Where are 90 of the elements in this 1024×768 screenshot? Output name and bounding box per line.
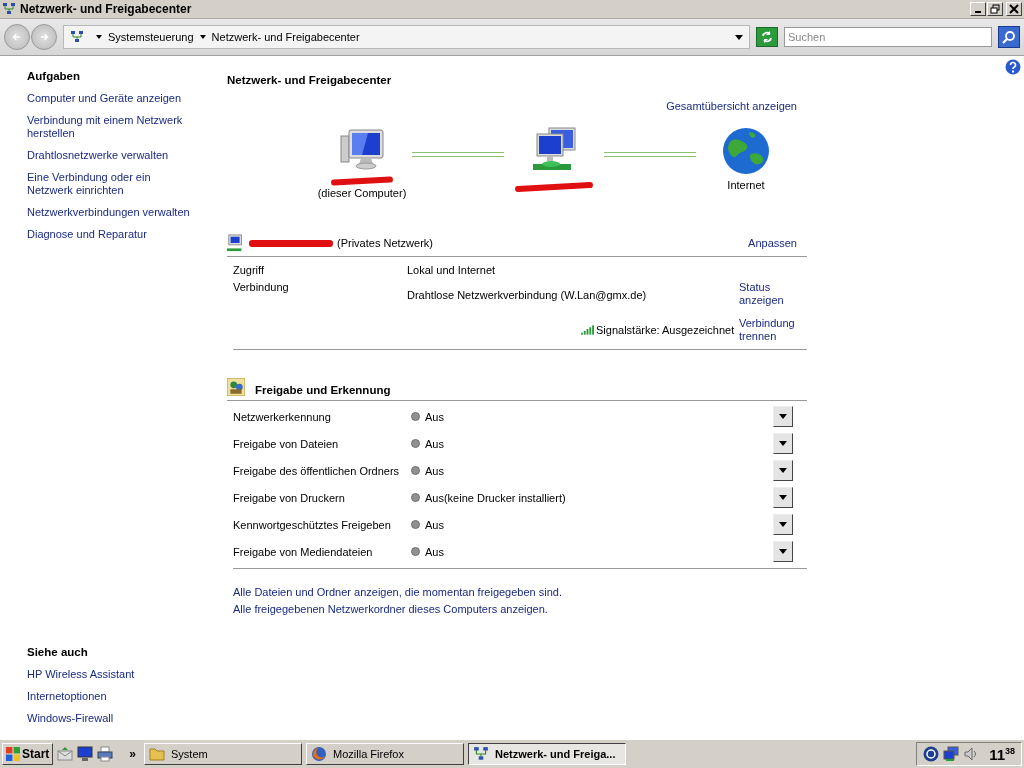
windows-logo-icon	[6, 747, 20, 761]
signal-strength-icon	[581, 325, 594, 335]
clock: 11$^{38}$	[989, 745, 1015, 763]
monitor-icon[interactable]	[77, 746, 94, 762]
refresh-icon	[760, 30, 774, 44]
setting-label: Netzwerkerkennung	[233, 410, 332, 423]
setting-label: Freigabe von Dateien	[233, 437, 340, 450]
row-label: Verbindung	[233, 281, 290, 293]
folder-icon	[149, 746, 166, 762]
breadcrumb[interactable]: Netzwerk- und Freigabecenter	[211, 31, 360, 43]
row-value: Signalstärke: Ausgezeichnet	[596, 324, 735, 336]
task-link[interactable]: Verbindung mit einem Netzwerk herstellen	[27, 114, 192, 140]
caret-icon	[779, 522, 787, 527]
printer-icon[interactable]	[97, 746, 114, 762]
restore-icon	[990, 4, 1000, 14]
node-label: (dieser Computer)	[317, 187, 407, 199]
people-icon	[227, 378, 245, 396]
task-link[interactable]: Drahtlosnetzwerke verwalten	[27, 149, 192, 162]
caret-icon	[779, 495, 787, 500]
caret-icon	[779, 468, 787, 473]
dropdown-icon[interactable]	[735, 34, 743, 40]
close-button[interactable]	[1006, 2, 1022, 16]
caret-icon	[779, 549, 787, 554]
taskbar-button[interactable]: System	[144, 743, 303, 765]
action-link[interactable]: Verbindung trennen	[739, 317, 807, 343]
search-field[interactable]: Suchen	[784, 27, 992, 47]
more-indicator[interactable]: »	[129, 747, 137, 761]
minimize-icon	[975, 11, 981, 13]
shared-items-link[interactable]: Alle Dateien und Ordner anzeigen, die momentan freigegeben sind.	[233, 586, 562, 598]
start-button[interactable]: Start	[2, 743, 54, 765]
see-also-link[interactable]: Windows-Firewall	[27, 712, 192, 725]
task-link[interactable]: Eine Verbindung oder ein Netzwerk einrichten	[27, 171, 192, 197]
task-link[interactable]: Netzwerkverbindungen verwalten	[27, 206, 192, 219]
page-title: Netzwerk- und Freigabecenter	[227, 74, 393, 86]
taskbar-button[interactable]: Mozilla Firefox	[306, 743, 465, 765]
shared-items-link[interactable]: Alle freigegebenen Netzwerkordner dieses Computers anzeigen.	[233, 603, 548, 615]
setting-label: Kennwortgeschütztes Freigeben	[233, 518, 392, 531]
expand-button[interactable]	[773, 514, 793, 535]
minimize-button[interactable]	[970, 2, 986, 16]
restore-button[interactable]	[987, 2, 1003, 16]
network-icon	[473, 746, 490, 762]
network-icon	[2, 2, 16, 16]
setting-value: Aus	[425, 518, 445, 531]
sidebar-heading: Aufgaben	[27, 70, 81, 82]
browser-icon	[311, 746, 328, 762]
task-link[interactable]: Computer und Geräte anzeigen	[27, 92, 192, 105]
see-also-link[interactable]: HP Wireless Assistant	[27, 668, 192, 681]
network-computer-icon	[227, 234, 245, 252]
info-icon[interactable]	[923, 746, 940, 762]
network-icon	[70, 30, 84, 44]
customize-link[interactable]: Anpassen	[748, 237, 797, 249]
see-also-link[interactable]: Internetoptionen	[27, 690, 192, 703]
row-value: Lokal und Internet	[407, 263, 496, 276]
search-button[interactable]	[998, 26, 1020, 48]
setting-value: Aus	[425, 464, 445, 477]
setting-value: Aus	[425, 410, 445, 423]
caret-icon[interactable]	[96, 35, 102, 39]
search-icon	[1002, 30, 1016, 44]
overview-link[interactable]: Gesamtübersicht anzeigen	[666, 100, 797, 112]
setting-value: Aus(keine Drucker installiert)	[425, 491, 567, 504]
section-heading: Freigabe und Erkennung	[255, 384, 391, 396]
network-name: (Privates Netzwerk)	[337, 237, 434, 249]
node-label: Internet	[727, 179, 765, 191]
expand-button[interactable]	[773, 433, 793, 454]
caret-icon[interactable]	[199, 35, 206, 39]
refresh-button[interactable]	[756, 27, 778, 47]
setting-label: Freigabe von Mediendateien	[233, 545, 374, 558]
row-value: Drahtlose Netzwerkverbindung (W.Lan@gmx.de)	[407, 289, 647, 301]
setting-value: Aus	[425, 545, 445, 558]
row-label: Zugriff	[233, 263, 265, 276]
setting-label: Freigabe von Druckern	[233, 491, 346, 504]
taskbar-button[interactable]: Netzwerk- und Freiga...	[468, 743, 627, 765]
help-icon[interactable]	[1005, 59, 1021, 75]
network-computers-icon[interactable]	[943, 746, 960, 762]
setting-value: Aus	[425, 437, 445, 450]
setting-label: Freigabe des öffentlichen Ordners	[233, 464, 401, 477]
expand-button[interactable]	[773, 487, 793, 508]
expand-button[interactable]	[773, 406, 793, 427]
close-icon	[1009, 4, 1019, 14]
action-link[interactable]: Status anzeigen	[739, 281, 807, 307]
task-link[interactable]: Diagnose und Reparatur	[27, 228, 192, 241]
breadcrumb[interactable]: Systemsteuerung	[108, 31, 194, 43]
caret-icon	[779, 441, 787, 446]
sidebar-heading: Siehe auch	[27, 646, 88, 658]
window-title: Netzwerk- und Freigabecenter	[20, 2, 193, 16]
caret-icon	[779, 414, 787, 419]
address-field[interactable]: Systemsteuerung Netzwerk- und Freigabecenter	[63, 25, 750, 49]
globe-icon	[721, 126, 771, 176]
expand-button[interactable]	[773, 541, 793, 562]
expand-button[interactable]	[773, 460, 793, 481]
